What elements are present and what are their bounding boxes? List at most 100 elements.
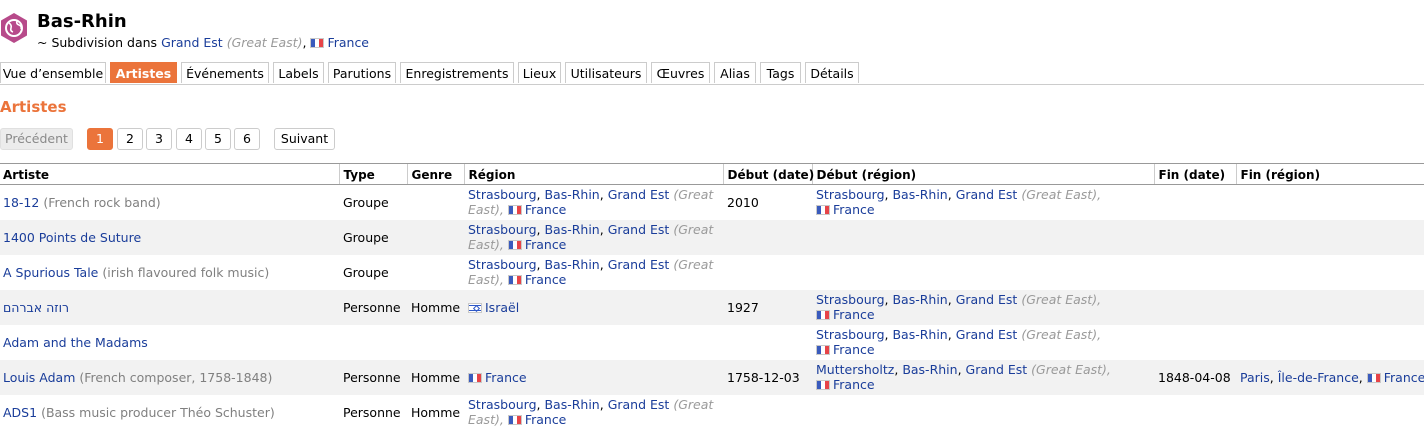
artist-link[interactable]: 18-12 [3, 195, 39, 210]
region-city-link[interactable]: Strasbourg [468, 187, 537, 202]
tab-recordings[interactable]: Enregistrements [400, 62, 514, 83]
begin-country-link[interactable]: France [833, 342, 875, 357]
begin-city-link[interactable]: Strasbourg [816, 327, 885, 342]
table-row: רוזה אברהם Personne Homme Israël 1927 St… [0, 289, 1424, 325]
begin-country-link[interactable]: France [833, 307, 875, 322]
region-alias: East), [468, 412, 504, 427]
page-4-button[interactable]: 4 [176, 128, 202, 150]
region-country-link[interactable]: France [525, 237, 567, 252]
begin-date-cell: 1927 [727, 299, 759, 315]
page-2-button[interactable]: 2 [117, 128, 143, 150]
page-6-button[interactable]: 6 [234, 128, 260, 150]
begin-subdivision-link[interactable]: Bas-Rhin [892, 292, 947, 307]
artist-link[interactable]: A Spurious Tale [3, 265, 98, 280]
col-header-end-date[interactable]: Fin (date) [1153, 163, 1236, 185]
col-header-begin-region[interactable]: Début (région) [811, 163, 1154, 185]
begin-state-link[interactable]: Grand Est [956, 292, 1018, 307]
begin-subdivision-link[interactable]: Bas-Rhin [902, 362, 957, 377]
end-date-cell [1154, 395, 1236, 430]
flag-france-icon [816, 380, 830, 390]
begin-subdivision-link[interactable]: Bas-Rhin [892, 327, 947, 342]
flag-france-icon [468, 372, 482, 383]
region-alias: East), [468, 237, 504, 252]
parent-area-link[interactable]: Grand Est [161, 35, 223, 50]
tab-events[interactable]: Événements [181, 62, 269, 83]
page-header: Bas-Rhin ~ Subdivision dans Grand Est (G… [0, 8, 1424, 52]
tab-aliases[interactable]: Alias [714, 62, 756, 83]
previous-page-button[interactable]: Précédent [0, 128, 73, 150]
parent-area-alias: (Great East) [226, 35, 303, 50]
artist-link[interactable]: Louis Adam [3, 370, 75, 385]
region-country-link[interactable]: Israël [485, 300, 519, 315]
tab-overview[interactable]: Vue d’ensemble [0, 62, 106, 83]
tab-works[interactable]: Œuvres [651, 62, 710, 83]
end-city-link[interactable]: Paris [1240, 370, 1270, 385]
begin-alias: (Great East), [1021, 187, 1102, 203]
end-state-link[interactable]: Île-de-France [1278, 370, 1359, 385]
tab-users[interactable]: Utilisateurs [565, 62, 647, 83]
col-header-begin-date[interactable]: Début (date) [722, 163, 814, 185]
tab-labels[interactable]: Labels [273, 62, 324, 83]
begin-date-cell [723, 395, 812, 430]
tab-releases[interactable]: Parutions [328, 62, 396, 83]
table-row: Adam and the Madams Strasbourg, Bas-Rhin… [0, 325, 1424, 360]
region-subdivision-link[interactable]: Bas-Rhin [544, 222, 599, 237]
col-header-region[interactable]: Région [463, 163, 723, 185]
tab-artists[interactable]: Artistes [110, 62, 177, 83]
type-cell: Personne [343, 299, 401, 315]
region-state-link[interactable]: Grand Est [608, 222, 670, 237]
artist-comment: (French rock band) [43, 194, 161, 210]
tab-tags[interactable]: Tags [760, 62, 801, 83]
gender-cell [407, 220, 464, 255]
begin-city-link[interactable]: Muttersholtz [816, 362, 894, 377]
end-date-cell [1154, 255, 1236, 290]
col-header-gender[interactable]: Genre [406, 163, 464, 185]
country-link[interactable]: France [327, 35, 369, 50]
region-country-link[interactable]: France [525, 412, 567, 427]
next-page-button[interactable]: Suivant [274, 128, 335, 150]
begin-state-link[interactable]: Grand Est [966, 362, 1028, 377]
flag-france-icon [816, 310, 830, 320]
begin-subdivision-link[interactable]: Bas-Rhin [892, 187, 947, 202]
artist-link[interactable]: ADS1 [3, 405, 37, 420]
col-header-type[interactable]: Type [338, 163, 407, 185]
table-row: A Spurious Tale (irish flavoured folk mu… [0, 255, 1424, 290]
artist-link[interactable]: Adam and the Madams [3, 335, 148, 350]
region-subdivision-link[interactable]: Bas-Rhin [544, 187, 599, 202]
begin-city-link[interactable]: Strasbourg [816, 187, 885, 202]
region-country-link[interactable]: France [485, 370, 527, 385]
begin-state-link[interactable]: Grand Est [956, 327, 1018, 342]
col-header-end-region[interactable]: Fin (région) [1235, 163, 1424, 185]
tab-details[interactable]: Détails [805, 62, 859, 83]
region-state-link[interactable]: Grand Est [608, 187, 670, 202]
gender-cell: Homme [411, 404, 461, 420]
artist-link[interactable]: רוזה אברהם [3, 300, 69, 315]
region-state-link[interactable]: Grand Est [608, 257, 670, 272]
region-cell: France [464, 360, 723, 395]
region-country-link[interactable]: France [525, 202, 567, 217]
end-date-cell [1154, 290, 1236, 325]
begin-country-link[interactable]: France [833, 377, 875, 392]
region-city-link[interactable]: Strasbourg [468, 397, 537, 412]
end-region-cell [1236, 185, 1424, 220]
region-subdivision-link[interactable]: Bas-Rhin [544, 257, 599, 272]
tab-places[interactable]: Lieux [518, 62, 561, 83]
page-1-button[interactable]: 1 [87, 128, 113, 150]
table-row: 18-12 (French rock band) Groupe Strasbou… [0, 185, 1424, 220]
col-header-artist[interactable]: Artiste [0, 163, 339, 185]
begin-state-link[interactable]: Grand Est [956, 187, 1018, 202]
end-region-cell [1236, 290, 1424, 325]
region-state-link[interactable]: Grand Est [608, 397, 670, 412]
region-alias: (Great [673, 257, 714, 272]
artist-link[interactable]: 1400 Points de Suture [3, 230, 141, 245]
region-subdivision-link[interactable]: Bas-Rhin [544, 397, 599, 412]
begin-country-link[interactable]: France [833, 202, 875, 217]
page-3-button[interactable]: 3 [146, 128, 172, 150]
region-city-link[interactable]: Strasbourg [468, 222, 537, 237]
begin-region-cell [812, 395, 1154, 430]
region-city-link[interactable]: Strasbourg [468, 257, 537, 272]
end-country-link[interactable]: France [1384, 370, 1424, 385]
begin-city-link[interactable]: Strasbourg [816, 292, 885, 307]
page-5-button[interactable]: 5 [205, 128, 231, 150]
region-country-link[interactable]: France [525, 272, 567, 287]
